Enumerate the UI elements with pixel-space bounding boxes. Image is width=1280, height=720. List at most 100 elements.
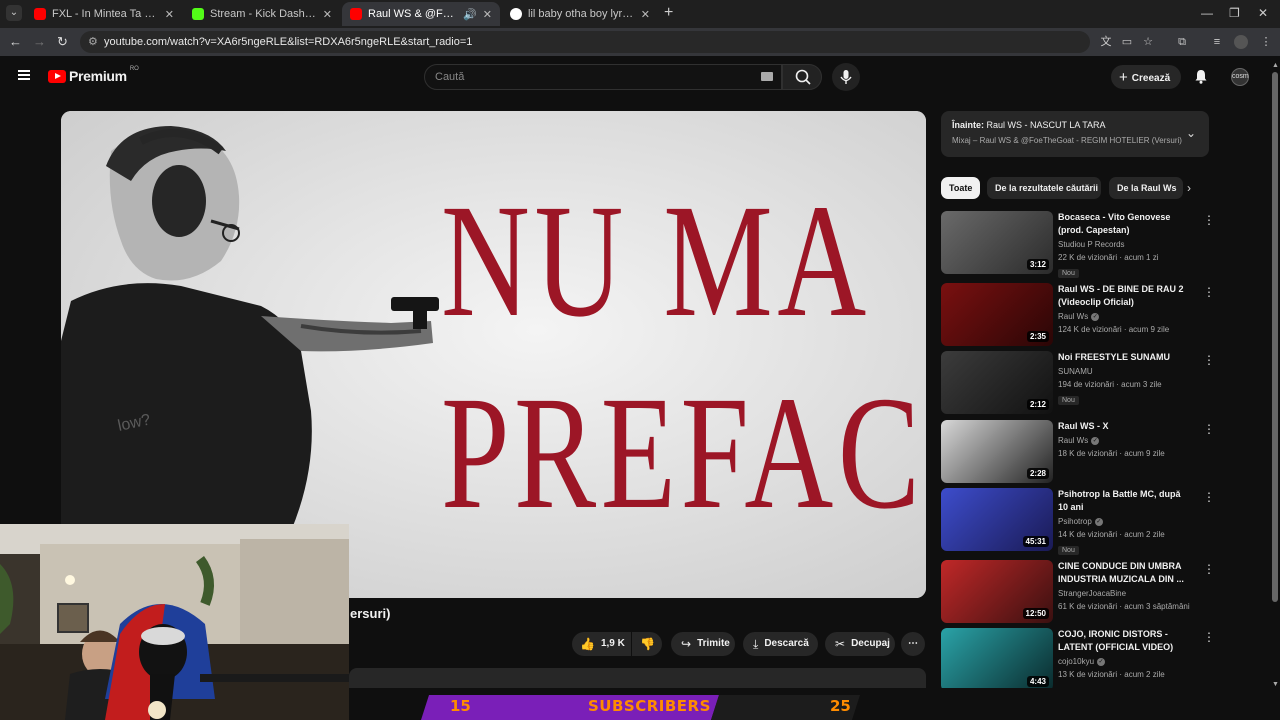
channel-label: Raul Ws [1058,436,1089,445]
close-icon[interactable]: ✕ [165,8,174,21]
thumbs-up-icon: 👍 [580,637,595,651]
video-title[interactable]: Psihotrop la Battle MC, după 10 ani [1058,488,1193,514]
channel-name[interactable]: Studiou P Records [1058,240,1193,249]
video-thumbnail[interactable]: 2:35 [941,283,1053,346]
restore-icon[interactable]: ❐ [1229,6,1240,20]
profile-icon[interactable] [1234,35,1248,49]
browser-toolbar: ← → ↻ ⚙ youtube.com/watch?v=XA6r5ngeRLE&… [0,28,1280,56]
bookmark-star-icon[interactable]: ☆ [1141,35,1155,49]
recommendation-item[interactable]: 3:12 Bocaseca - Vito Genovese (prod. Cape… [941,211,1215,278]
close-icon[interactable]: ✕ [641,8,650,21]
back-icon[interactable]: ← [9,34,22,50]
close-icon[interactable]: ✕ [323,8,332,21]
more-actions-button[interactable]: ⋯ [901,632,925,656]
more-vertical-icon[interactable]: ⋮ [1203,214,1215,226]
speaker-icon[interactable]: 🔊 [463,8,477,21]
chevron-down-icon[interactable]: ⌄ [1186,126,1196,140]
address-bar[interactable]: ⚙ youtube.com/watch?v=XA6r5ngeRLE&list=R… [80,31,1090,53]
search-input[interactable]: Caută [424,64,782,90]
video-thumbnail[interactable]: 45:31 [941,488,1053,551]
verified-icon: ✓ [1094,517,1103,526]
page-scrollbar[interactable]: ▲ ▼ [1270,62,1280,688]
reading-list-icon[interactable]: ≡ [1210,35,1224,49]
keyboard-icon[interactable] [761,72,773,81]
more-vertical-icon[interactable]: ⋮ [1203,354,1215,366]
more-vertical-icon[interactable]: ⋮ [1203,491,1215,503]
more-vertical-icon[interactable]: ⋮ [1203,423,1215,435]
channel-name[interactable]: Raul Ws ✓ [1058,436,1193,445]
recommendation-item[interactable]: 12:50 CINE CONDUCE DIN UMBRA INDUSTRIA MU… [941,560,1215,624]
video-duration: 12:50 [1022,608,1049,619]
recommendation-item[interactable]: 2:12 Noi FREESTYLE SUNAMU SUNAMU 194 de viz… [941,351,1215,415]
channel-name[interactable]: Raul Ws ✓ [1058,312,1193,321]
scrollbar-thumb[interactable] [1272,72,1278,602]
account-avatar[interactable]: cosm [1231,68,1249,86]
scroll-down-icon[interactable]: ▼ [1272,681,1279,688]
close-window-icon[interactable]: ✕ [1258,6,1268,20]
search-button[interactable] [782,64,822,90]
video-title[interactable]: Raul WS - DE BINE DE RAU 2 (Videoclip Of… [1058,283,1193,309]
browser-tab-3-active[interactable]: Raul WS & @FoeTheGoat - 🔊 ✕ [342,2,500,26]
video-thumbnail[interactable]: 2:12 [941,351,1053,414]
close-icon[interactable]: ✕ [483,8,492,21]
recommendation-item[interactable]: 45:31 Psihotrop la Battle MC, după 10 ani… [941,488,1215,555]
chip-from-channel[interactable]: De la Raul Ws [1109,177,1183,199]
video-thumbnail[interactable]: 2:28 [941,420,1053,483]
more-vertical-icon[interactable]: ⋮ [1203,563,1215,575]
overlay-line-2: PREFAC [441,364,925,543]
video-stats: 61 K de vizionări · acum 3 săptămâni [1058,602,1190,611]
video-thumbnail[interactable]: 12:50 [941,560,1053,623]
video-thumbnail[interactable]: 3:12 [941,211,1053,274]
create-button[interactable]: + Creează [1111,65,1181,89]
forward-icon[interactable]: → [33,34,46,50]
cast-icon[interactable]: ▭ [1120,35,1134,49]
channel-name[interactable]: Psihotrop ✓ [1058,517,1193,526]
video-thumbnail[interactable]: 4:43 [941,628,1053,691]
share-button[interactable]: ↪ Trimite [671,632,735,656]
video-title[interactable]: Bocaseca - Vito Genovese (prod. Capestan… [1058,211,1193,237]
clip-button[interactable]: ✂ Decupaj [825,632,895,656]
more-vertical-icon[interactable]: ⋮ [1203,631,1215,643]
up-next-playlist[interactable]: Înainte: Raul WS - NASCUT LA TARA Mixaj … [941,111,1209,157]
download-button[interactable]: ⤓ Descarcă [743,632,818,656]
tab-search-button[interactable]: ⌄ [6,5,22,21]
voice-search-button[interactable] [832,63,860,91]
recommendation-item[interactable]: 2:35 Raul WS - DE BINE DE RAU 2 (Videocli… [941,283,1215,347]
channel-name[interactable]: StrangerJoacaBine [1058,589,1193,598]
recommendation-item[interactable]: 2:28 Raul WS - X Raul Ws ✓ 18 K de vizionări… [941,420,1215,484]
browser-tab-2[interactable]: Stream - Kick Dashboard ✕ [184,2,340,26]
description-box[interactable] [349,668,926,688]
scroll-up-icon[interactable]: ▲ [1272,62,1279,69]
video-title[interactable]: COJO, IRONIC DISTORS - LATENT (OFFICIAL … [1058,628,1193,654]
youtube-logo[interactable]: Premium RO [48,66,139,84]
chevron-right-icon[interactable]: › [1187,181,1191,195]
tab-title: lil baby otha boy lyrics - Căutare [528,8,635,20]
channel-name[interactable]: SUNAMU [1058,367,1193,376]
more-vertical-icon[interactable]: ⋮ [1203,286,1215,298]
like-button[interactable]: 👍 1,9 K [572,632,631,656]
browser-tab-1[interactable]: FXL - In Mintea Ta (Official Visu ✕ [26,2,182,26]
video-title[interactable]: Noi FREESTYLE SUNAMU [1058,351,1193,364]
new-badge: Nou [1058,396,1079,405]
translate-icon[interactable]: 文 [1099,35,1113,49]
overlay-line-1: NU MA [441,172,871,351]
reload-icon[interactable]: ↻ [57,34,68,50]
google-icon [510,8,522,20]
like-count: 1,9 K [600,638,625,649]
recommendation-item[interactable]: 4:43 COJO, IRONIC DISTORS - LATENT (OFFIC… [941,628,1215,692]
site-info-icon[interactable]: ⚙ [88,31,98,53]
new-tab-icon[interactable]: + [664,5,673,21]
chip-from-search[interactable]: De la rezultatele căutării [987,177,1101,199]
extensions-icon[interactable]: ⧉ [1175,35,1189,49]
minimize-icon[interactable]: — [1201,6,1213,20]
dislike-button[interactable]: 👎 [632,632,662,656]
channel-label: Raul Ws [1058,312,1089,321]
channel-name[interactable]: cojo10kyu ✓ [1058,657,1193,666]
chip-all[interactable]: Toate [941,177,980,199]
browser-menu-icon[interactable]: ⋮ [1259,35,1273,49]
browser-tab-4[interactable]: lil baby otha boy lyrics - Căutare ✕ [502,2,658,26]
menu-icon[interactable] [18,70,30,80]
video-title[interactable]: Raul WS - X [1058,420,1193,433]
video-title[interactable]: CINE CONDUCE DIN UMBRA INDUSTRIA MUZICAL… [1058,560,1193,586]
notifications-bell-icon[interactable] [1194,69,1208,84]
